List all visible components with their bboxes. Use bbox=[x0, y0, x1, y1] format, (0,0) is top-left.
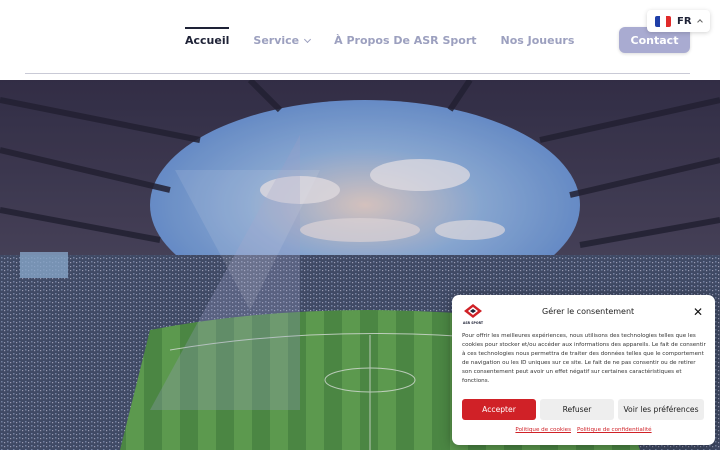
preferences-button[interactable]: Voir les préférences bbox=[618, 399, 704, 420]
nav-item-service[interactable]: Service bbox=[253, 34, 312, 47]
cookie-policy-link[interactable]: Politique de cookies bbox=[515, 427, 571, 433]
chevron-down-icon bbox=[304, 35, 312, 43]
consent-title: Gérer le consentement bbox=[542, 307, 635, 316]
page: Accueil Service À Propos De ASR Sport No… bbox=[0, 0, 720, 450]
header-divider bbox=[25, 73, 690, 74]
language-switcher[interactable]: FR bbox=[647, 10, 710, 32]
consent-links: Politique de cookies Politique de confid… bbox=[452, 427, 715, 433]
nav-item-nos-joueurs[interactable]: Nos Joueurs bbox=[501, 34, 575, 47]
nav-item-a-propos[interactable]: À Propos De ASR Sport bbox=[334, 34, 476, 47]
logo-text: ASR SPORT bbox=[463, 321, 484, 325]
language-code: FR bbox=[677, 15, 692, 27]
flag-stripe-red bbox=[665, 15, 671, 27]
nav-item-accueil[interactable]: Accueil bbox=[185, 27, 230, 47]
cookie-consent-dialog: ASR SPORT Gérer le consentement ✕ Pour o… bbox=[452, 295, 715, 445]
france-flag-icon bbox=[655, 15, 671, 27]
consent-body-text: Pour offrir les meilleures expériences, … bbox=[462, 333, 706, 384]
main-nav: Accueil Service À Propos De ASR Sport No… bbox=[185, 27, 575, 47]
asr-sport-logo: ASR SPORT bbox=[463, 304, 484, 325]
nav-item-service-label: Service bbox=[253, 34, 300, 47]
refuse-button[interactable]: Refuser bbox=[540, 399, 614, 420]
chevron-up-icon bbox=[696, 19, 703, 25]
close-icon[interactable]: ✕ bbox=[693, 306, 703, 318]
site-header: Accueil Service À Propos De ASR Sport No… bbox=[0, 0, 720, 80]
accept-button[interactable]: Accepter bbox=[462, 399, 536, 420]
privacy-policy-link[interactable]: Politique de confidentialité bbox=[577, 427, 652, 433]
